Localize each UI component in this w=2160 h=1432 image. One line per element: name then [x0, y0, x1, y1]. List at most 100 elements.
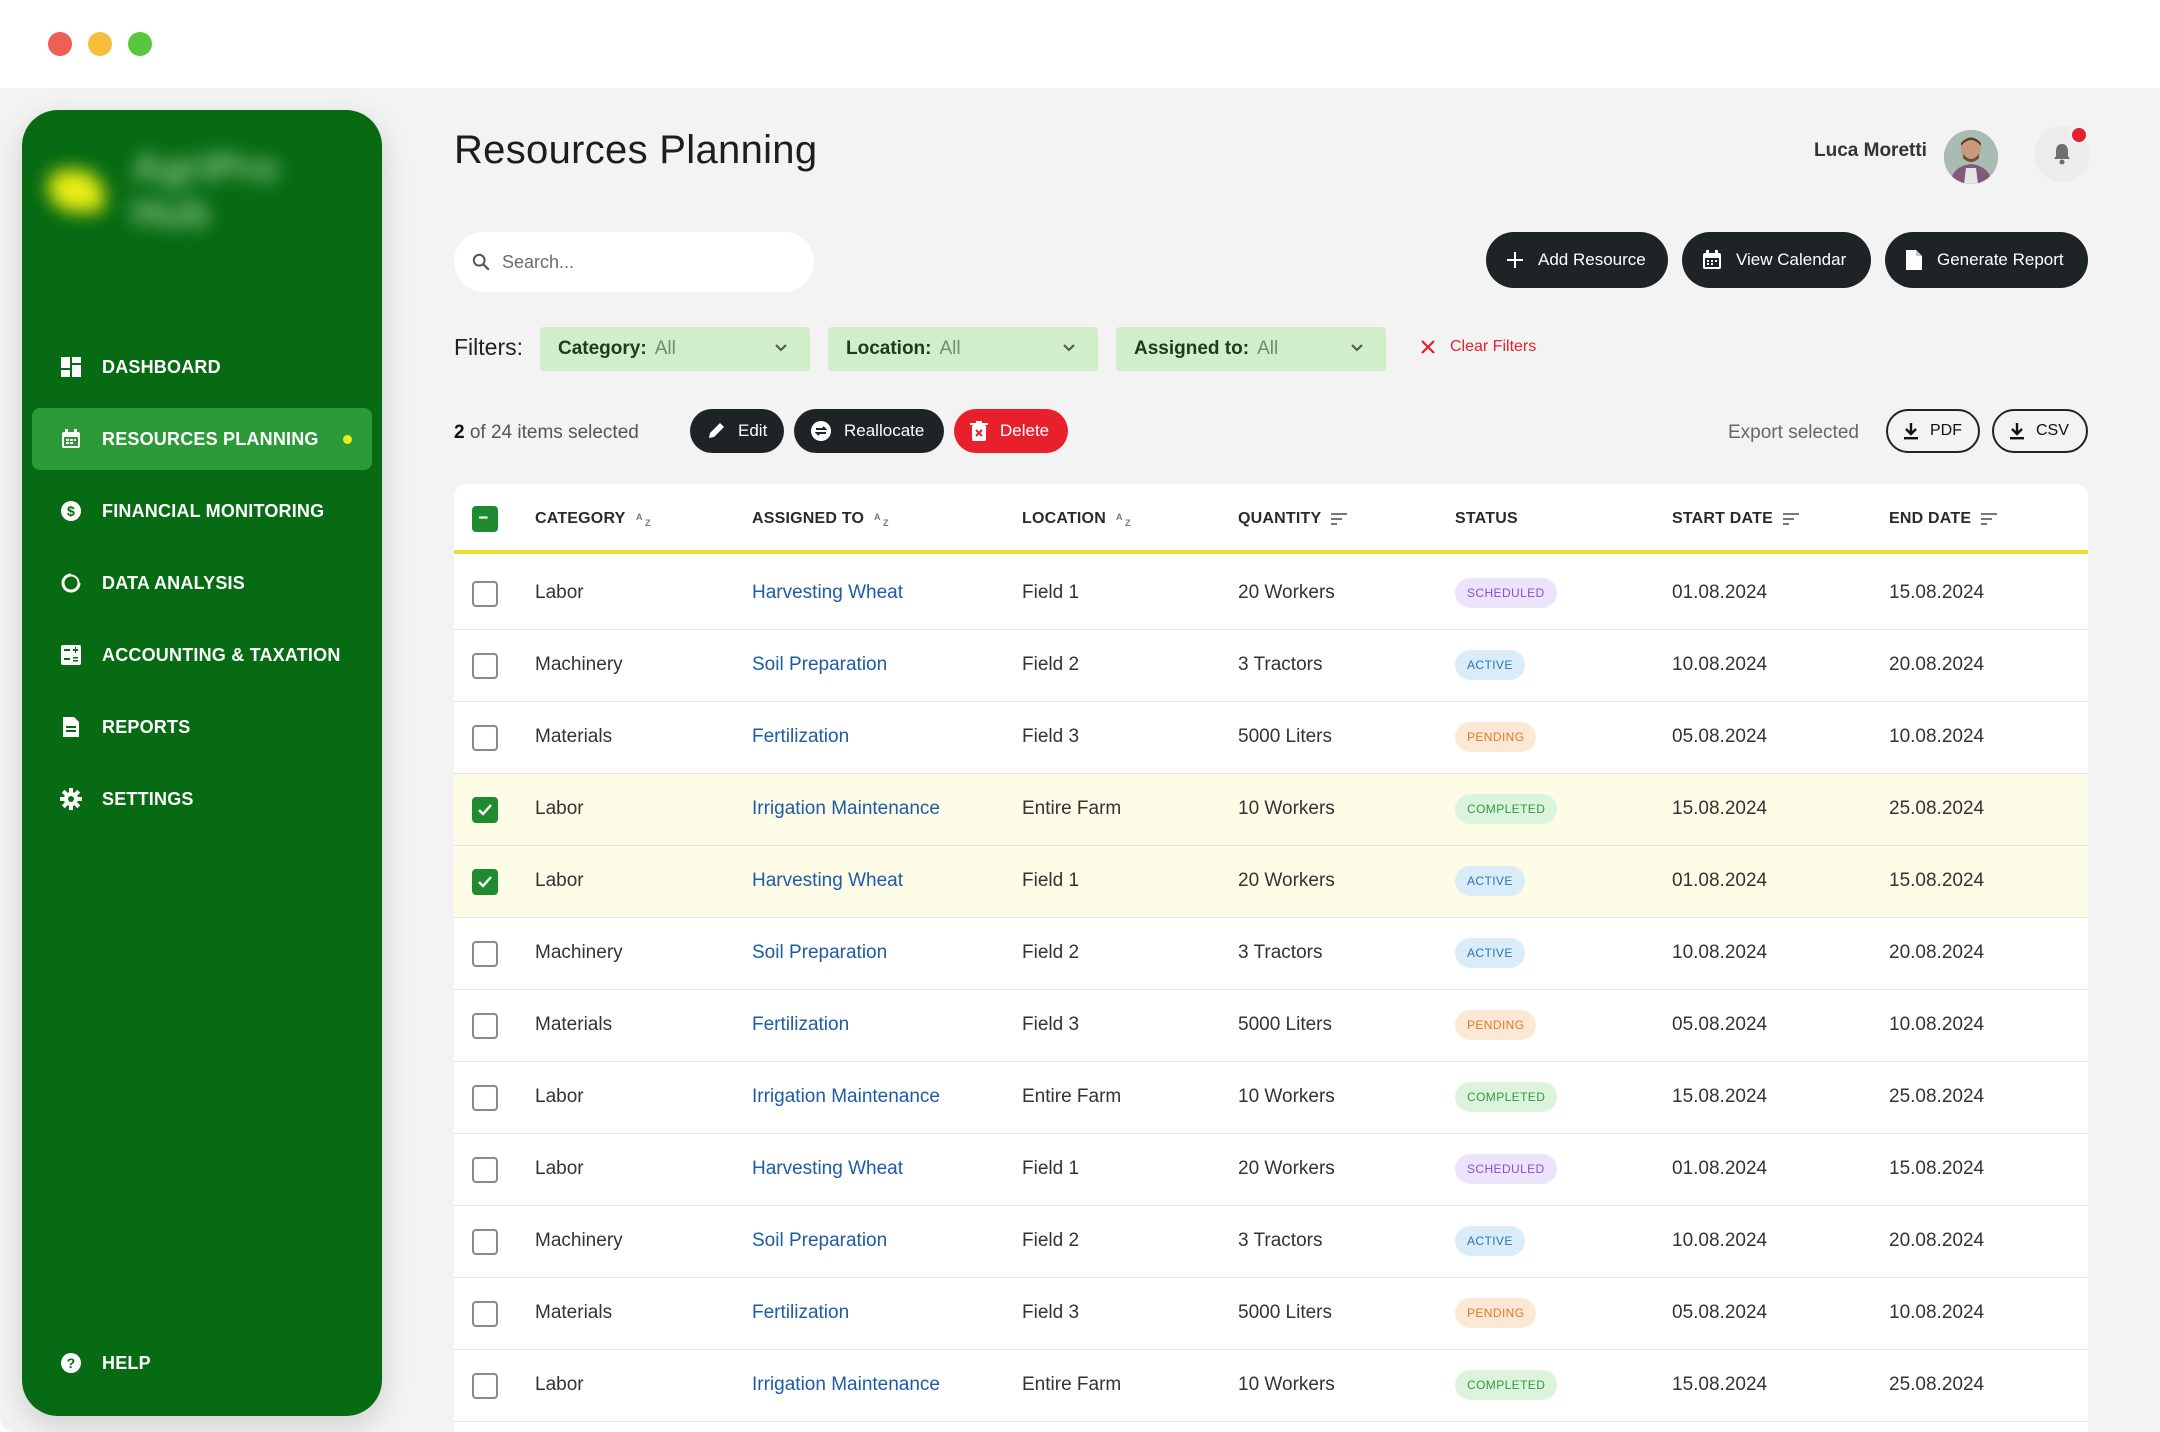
cell-category: Labor — [535, 1158, 584, 1179]
cell-quantity: 10 Workers — [1238, 1086, 1335, 1107]
logo-mark-icon — [48, 170, 104, 212]
column-header-end-date[interactable]: END DATE — [1889, 510, 1999, 528]
generate-report-button[interactable]: Generate Report — [1885, 232, 2088, 288]
clear-filters-button[interactable]: Clear Filters — [1420, 338, 1536, 356]
sidebar-item-reports[interactable]: REPORTS — [32, 696, 372, 758]
cell-location: Field 1 — [1022, 582, 1080, 603]
help-icon: ? — [60, 1352, 82, 1374]
table-row[interactable]: Machinery Soil Preparation Field 2 3 Tracto… — [454, 630, 2088, 702]
search-input[interactable] — [502, 251, 802, 273]
row-checkbox[interactable] — [472, 1157, 498, 1183]
sidebar-item-help[interactable]: ? HELP — [32, 1332, 372, 1394]
status-badge: COMPLETED — [1455, 1370, 1558, 1400]
status-badge: COMPLETED — [1455, 794, 1558, 824]
row-checkbox[interactable] — [472, 941, 498, 967]
export-pdf-button[interactable]: PDF — [1886, 409, 1980, 453]
view-calendar-button[interactable]: View Calendar — [1682, 232, 1871, 288]
cell-category: Materials — [535, 1302, 613, 1323]
column-header-status[interactable]: STATUS — [1455, 510, 1518, 528]
cell-assigned-to[interactable]: Harvesting Wheat — [752, 870, 903, 892]
add-resource-label: Add Resource — [1538, 250, 1646, 269]
dollar-icon: $ — [60, 500, 82, 522]
row-checkbox[interactable] — [472, 1085, 498, 1111]
sidebar-item-financial-monitoring[interactable]: $ FINANCIAL MONITORING — [32, 480, 372, 542]
row-checkbox[interactable] — [472, 1373, 498, 1399]
edit-button[interactable]: Edit — [690, 409, 784, 453]
close-window-button[interactable] — [48, 32, 72, 56]
column-header-start-date[interactable]: START DATE — [1672, 510, 1801, 528]
brand-logo[interactable]: AgriPro Hub — [48, 146, 358, 236]
table-row[interactable]: Materials Fertilization Field 3 5000 Liters… — [454, 990, 2088, 1062]
cell-assigned-to[interactable]: Irrigation Maintenance — [752, 1086, 940, 1108]
reallocate-button[interactable]: Reallocate — [794, 409, 944, 453]
delete-button[interactable]: Delete — [954, 409, 1068, 453]
sidebar-item-label: HELP — [102, 1352, 151, 1373]
table-row[interactable]: Labor Harvesting Wheat Field 1 20 Workers 01… — [454, 558, 2088, 630]
table-row[interactable]: Materials Fertilization Field 3 5000 Liters… — [454, 702, 2088, 774]
row-checkbox[interactable] — [472, 869, 498, 895]
select-all-checkbox[interactable] — [472, 506, 498, 532]
column-header-location[interactable]: LOCATION AZ — [1022, 510, 1136, 528]
row-checkbox[interactable] — [472, 653, 498, 679]
cell-assigned-to[interactable]: Soil Preparation — [752, 654, 887, 676]
chevron-down-icon — [775, 344, 787, 352]
category-filter-dropdown[interactable]: Category: All — [540, 327, 810, 371]
cell-category: Materials — [535, 1014, 613, 1035]
search-icon — [472, 253, 490, 271]
avatar[interactable] — [1944, 130, 1998, 184]
status-badge: ACTIVE — [1455, 650, 1525, 680]
column-header-quantity[interactable]: QUANTITY — [1238, 510, 1349, 528]
maximize-window-button[interactable] — [128, 32, 152, 56]
search-box[interactable] — [454, 232, 814, 292]
sidebar-item-dashboard[interactable]: DASHBOARD — [32, 336, 372, 398]
table-row[interactable]: Machinery Soil Preparation Field 2 3 Tracto… — [454, 1206, 2088, 1278]
cell-quantity: 3 Tractors — [1238, 1230, 1323, 1251]
row-checkbox[interactable] — [472, 1013, 498, 1039]
table-row[interactable]: Machinery Soil Preparation Field 2 3 Tracto… — [454, 918, 2088, 990]
table-row[interactable]: Labor Harvesting Wheat Field 1 20 Workers 01… — [454, 846, 2088, 918]
cell-assigned-to[interactable]: Soil Preparation — [752, 1230, 887, 1252]
column-header-assigned-to[interactable]: ASSIGNED TO AZ — [752, 510, 894, 528]
dashboard-icon — [60, 356, 82, 378]
sidebar-item-accounting-taxation[interactable]: ACCOUNTING & TAXATION — [32, 624, 372, 686]
cell-location: Entire Farm — [1022, 1086, 1122, 1107]
table-row[interactable]: Labor Irrigation Maintenance Entire Farm 10… — [454, 1350, 2088, 1422]
location-filter-dropdown[interactable]: Location: All — [828, 327, 1098, 371]
cell-assigned-to[interactable]: Irrigation Maintenance — [752, 798, 940, 820]
cell-category: Labor — [535, 1086, 584, 1107]
row-checkbox[interactable] — [472, 1301, 498, 1327]
category-filter-value: All — [654, 338, 676, 359]
column-label: START DATE — [1672, 510, 1773, 527]
add-resource-button[interactable]: Add Resource — [1486, 232, 1668, 288]
cell-assigned-to[interactable]: Fertilization — [752, 1302, 849, 1324]
row-checkbox[interactable] — [472, 797, 498, 823]
table-row[interactable]: Materials Fertilization Field 3 5000 Liters… — [454, 1278, 2088, 1350]
svg-text:Z: Z — [1125, 518, 1131, 527]
cell-assigned-to[interactable]: Harvesting Wheat — [752, 1158, 903, 1180]
cell-assigned-to[interactable]: Harvesting Wheat — [752, 582, 903, 604]
minimize-window-button[interactable] — [88, 32, 112, 56]
row-checkbox[interactable] — [472, 725, 498, 751]
column-header-category[interactable]: CATEGORY AZ — [535, 510, 656, 528]
row-checkbox[interactable] — [472, 581, 498, 607]
cell-end-date: 10.08.2024 — [1889, 1302, 1985, 1323]
cell-assigned-to[interactable]: Fertilization — [752, 1014, 849, 1036]
cell-assigned-to[interactable]: Fertilization — [752, 726, 849, 748]
sidebar-item-resources-planning[interactable]: RESOURCES PLANNING — [32, 408, 372, 470]
sidebar: AgriPro Hub DASHBOARD RESOURCES PLANNING… — [22, 110, 382, 1416]
selected-number: 2 — [454, 422, 465, 443]
location-filter-value: All — [939, 338, 961, 359]
cell-assigned-to[interactable]: Irrigation Maintenance — [752, 1374, 940, 1396]
cell-quantity: 3 Tractors — [1238, 942, 1323, 963]
row-checkbox[interactable] — [472, 1229, 498, 1255]
cell-assigned-to[interactable]: Soil Preparation — [752, 942, 887, 964]
table-row[interactable]: Labor Irrigation Maintenance Entire Farm 10… — [454, 774, 2088, 846]
table-row[interactable]: Labor Harvesting Wheat Field 1 20 Workers 01… — [454, 1134, 2088, 1206]
table-row[interactable]: Labor Irrigation Maintenance Entire Farm 10… — [454, 1062, 2088, 1134]
export-csv-button[interactable]: CSV — [1992, 409, 2088, 453]
user-name[interactable]: Luca Moretti — [1814, 140, 1927, 162]
assigned-filter-dropdown[interactable]: Assigned to: All — [1116, 327, 1386, 371]
sort-lines-icon — [1331, 513, 1348, 525]
sidebar-item-settings[interactable]: SETTINGS — [32, 768, 372, 830]
sidebar-item-data-analysis[interactable]: DATA ANALYSIS — [32, 552, 372, 614]
